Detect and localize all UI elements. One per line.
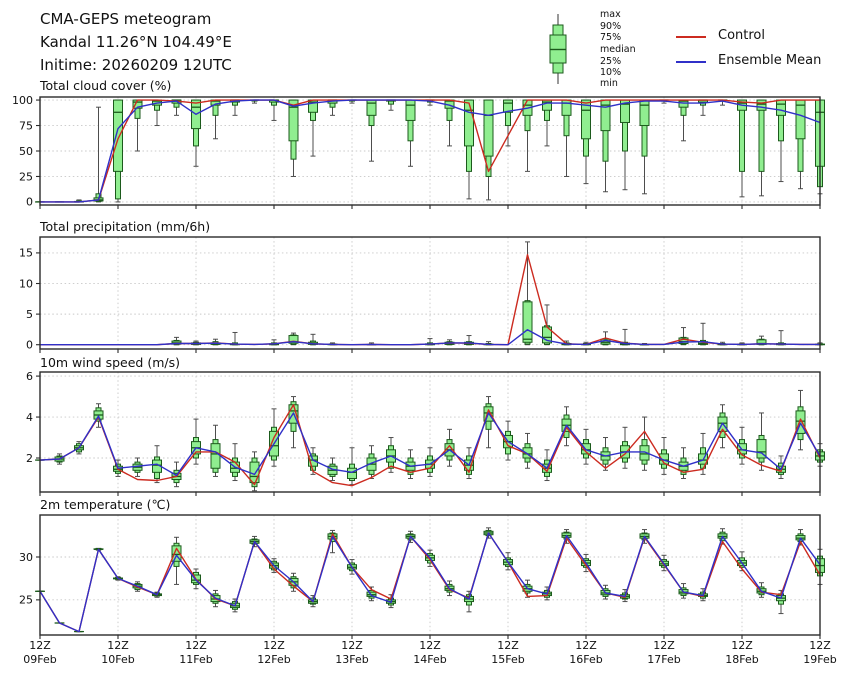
svg-text:16Feb: 16Feb: [569, 653, 602, 666]
svg-text:12Z: 12Z: [809, 639, 831, 652]
svg-text:12Feb: 12Feb: [257, 653, 290, 666]
meteogram-window: CMA-GEPS meteogram Kandal 11.26°N 104.49…: [0, 0, 841, 680]
panel-cloud: 0 25 50 75 100: [12, 94, 825, 209]
meteogram-plot: 0255075100051015246253012Z09Feb12Z10Feb1…: [12, 94, 837, 666]
svg-text:14Feb: 14Feb: [413, 653, 446, 666]
svg-text:0: 0: [26, 196, 33, 209]
boxplots-precip: [171, 241, 825, 346]
svg-text:10: 10: [19, 277, 33, 290]
svg-text:17Feb: 17Feb: [647, 653, 680, 666]
ensemble-line-temp: [39, 532, 821, 633]
svg-text:15Feb: 15Feb: [491, 653, 524, 666]
svg-text:12Z: 12Z: [185, 639, 207, 652]
svg-text:25: 25: [19, 170, 33, 183]
svg-text:09Feb: 09Feb: [23, 653, 56, 666]
panel-wind: 2 4 6: [26, 370, 825, 496]
svg-text:50: 50: [19, 145, 33, 158]
svg-text:30: 30: [19, 551, 33, 564]
svg-text:12Z: 12Z: [497, 639, 519, 652]
svg-text:25: 25: [19, 594, 33, 607]
svg-text:18Feb: 18Feb: [725, 653, 758, 666]
svg-text:100: 100: [12, 94, 33, 107]
svg-text:12Z: 12Z: [419, 639, 441, 652]
svg-text:11Feb: 11Feb: [179, 653, 212, 666]
svg-text:5: 5: [26, 308, 33, 321]
svg-text:12Z: 12Z: [575, 639, 597, 652]
svg-text:12Z: 12Z: [731, 639, 753, 652]
svg-text:15: 15: [19, 247, 33, 260]
svg-text:19Feb: 19Feb: [803, 653, 836, 666]
svg-text:12Z: 12Z: [107, 639, 129, 652]
panel-temp: 25 30: [19, 514, 825, 639]
svg-text:75: 75: [19, 119, 33, 132]
svg-text:6: 6: [26, 370, 33, 383]
svg-text:12Z: 12Z: [29, 639, 51, 652]
svg-text:12Z: 12Z: [341, 639, 363, 652]
svg-text:12Z: 12Z: [653, 639, 675, 652]
svg-text:4: 4: [26, 411, 33, 424]
svg-text:10Feb: 10Feb: [101, 653, 134, 666]
svg-text:2: 2: [26, 452, 33, 465]
control-line-temp: [39, 532, 821, 633]
svg-text:12Z: 12Z: [263, 639, 285, 652]
panel-precip: 0 5 10 15: [19, 236, 825, 353]
svg-text:13Feb: 13Feb: [335, 653, 368, 666]
x-axis-labels: 12Z09Feb12Z10Feb12Z11Feb12Z12Feb12Z13Feb…: [23, 639, 836, 666]
boxplots-temp: [35, 527, 825, 633]
svg-text:0: 0: [26, 339, 33, 352]
